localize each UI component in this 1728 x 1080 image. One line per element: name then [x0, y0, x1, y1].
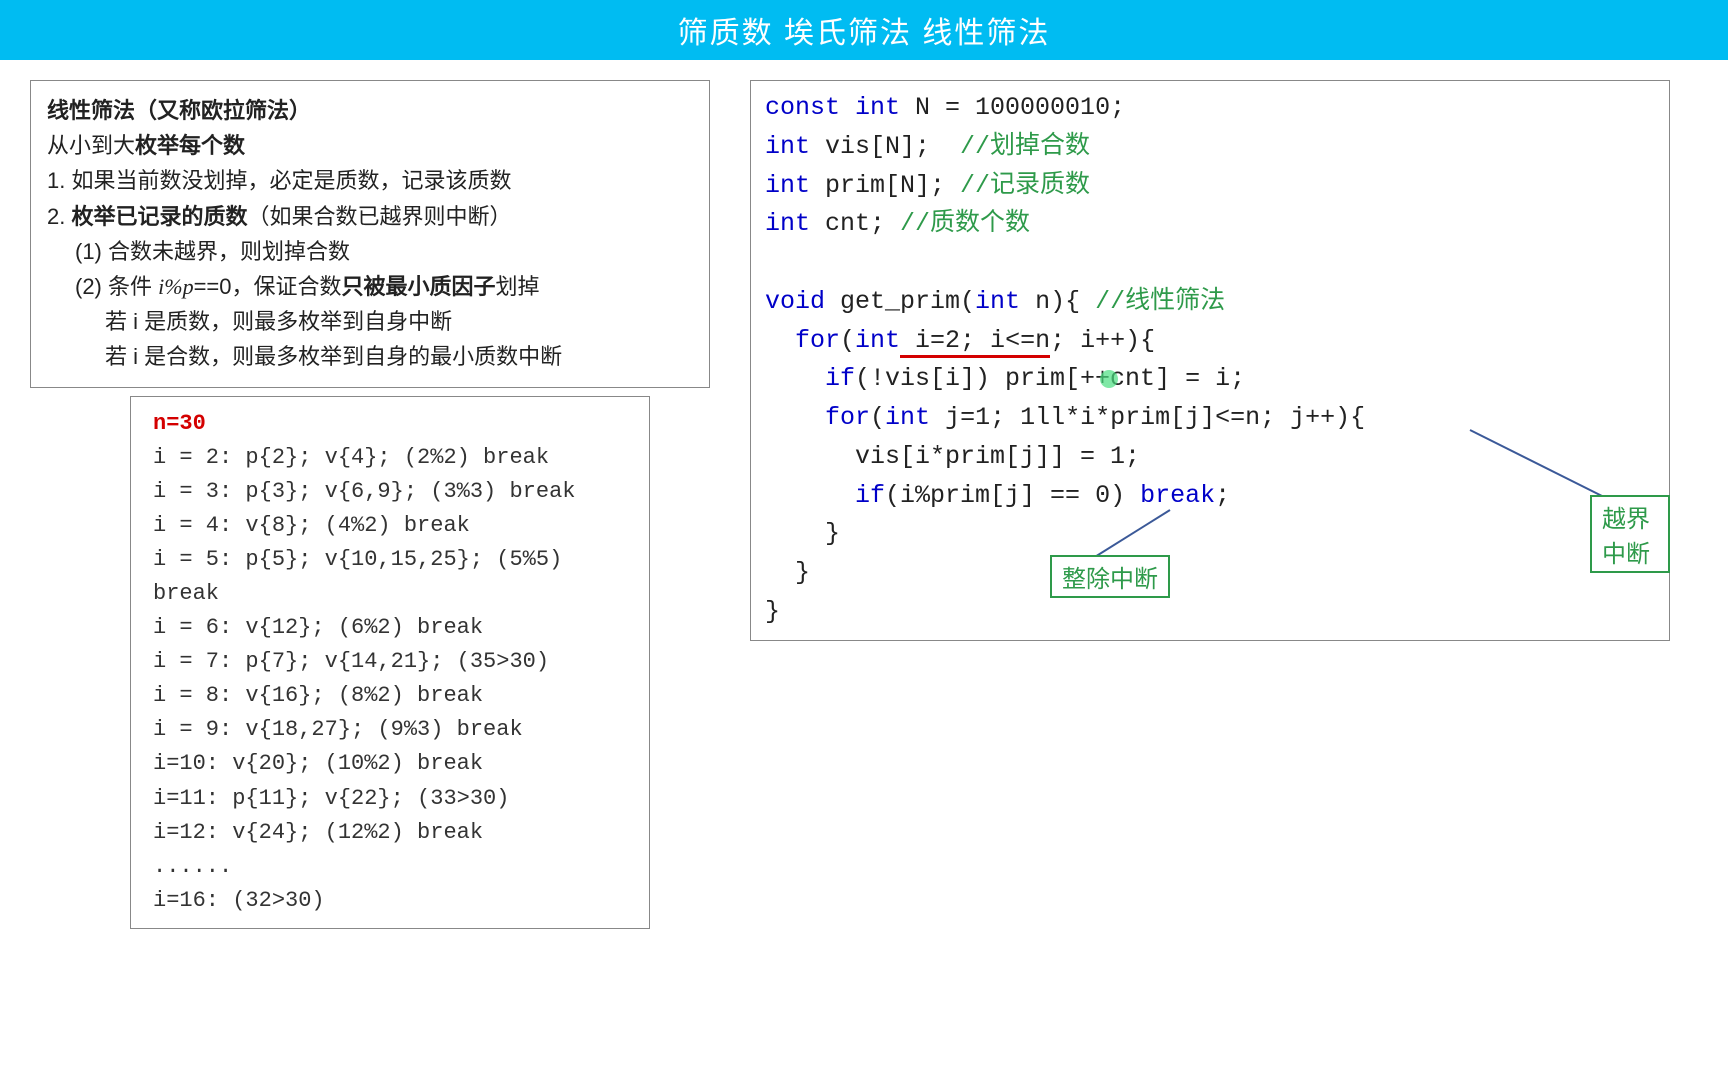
l4a: 2. [47, 204, 71, 229]
code-kw: int [855, 326, 900, 355]
trace-row: i = 5: p{5}; v{10,15,25}; (5%5) break [153, 543, 627, 611]
code-comment: //线性筛法 [1095, 287, 1225, 316]
code-text: vis[i*prim[j]] = 1; [765, 442, 1140, 471]
code-comment: //记录质数 [960, 171, 1090, 200]
trace-box: n=30 i = 2: p{2}; v{4}; (2%2) break i = … [130, 396, 650, 929]
explain-line-8: 若 i 是合数，则最多枚举到自身的最小质数中断 [47, 339, 693, 374]
trace-n: n=30 [153, 407, 627, 441]
code-kw: int [765, 209, 810, 238]
left-column: 线性筛法（又称欧拉筛法） 从小到大枚举每个数 1. 如果当前数没划掉，必定是质数… [30, 80, 710, 929]
code-kw: int [885, 403, 930, 432]
explain-line-7: 若 i 是质数，则最多枚举到自身中断 [47, 304, 693, 339]
code-kw: int [765, 171, 810, 200]
code-text: prim[N]; [810, 171, 960, 200]
code-text: (i%prim[j] == 0) [885, 481, 1140, 510]
trace-row: i=12: v{24}; (12%2) break [153, 816, 627, 850]
code-text: ; i++){ [1050, 326, 1155, 355]
l4c: （如果合数已越界则中断） [247, 204, 511, 229]
code-kw: int [975, 287, 1020, 316]
explain-line-4: 2. 枚举已记录的质数（如果合数已越界则中断） [47, 199, 693, 234]
code-text: } [765, 519, 840, 548]
title-text: 筛质数 埃氏筛法 线性筛法 [678, 17, 1051, 50]
code-text: ( [840, 326, 855, 355]
code-text: N = 100000010; [900, 93, 1125, 122]
code-text: } [765, 597, 780, 626]
code-block: const int N = 100000010; int vis[N]; //划… [750, 80, 1670, 641]
annotation-overflow-break: 越界中断 [1590, 495, 1670, 573]
code-kw: for [765, 403, 870, 432]
l6e: 划掉 [496, 274, 540, 299]
code-text: cnt; [810, 209, 900, 238]
code-comment: //质数个数 [900, 209, 1030, 238]
explain-line-2: 从小到大枚举每个数 [47, 128, 693, 163]
l6c: ==0，保证合数 [194, 274, 342, 299]
cursor-icon [1100, 370, 1118, 388]
title-part-c: ） [289, 98, 311, 123]
code-text: } [765, 558, 810, 587]
code-text: n){ [1020, 287, 1095, 316]
trace-row: i = 9: v{18,27}; (9%3) break [153, 713, 627, 747]
page-title: 筛质数 埃氏筛法 线性筛法 [0, 0, 1728, 60]
code-underlined: i=2; i<=n [900, 326, 1050, 358]
annot-text: 越界中断 [1602, 506, 1650, 568]
trace-row: i = 8: v{16}; (8%2) break [153, 679, 627, 713]
explain-line-3: 1. 如果当前数没划掉，必定是质数，记录该质数 [47, 163, 693, 198]
code-text: ( [870, 403, 885, 432]
code-text: ; [1215, 481, 1230, 510]
l6d: 只被最小质因子 [342, 274, 496, 299]
l6a: (2) 条件 [75, 274, 158, 299]
annotation-divisible-break: 整除中断 [1050, 555, 1170, 598]
code-kw: for [765, 326, 840, 355]
trace-row: i=16: (32>30) [153, 884, 627, 918]
annot-text: 整除中断 [1062, 566, 1158, 593]
title-part-b: 欧拉筛法 [201, 98, 289, 123]
l2a: 从小到大 [47, 133, 135, 158]
code-text: get_prim( [825, 287, 975, 316]
trace-row: i = 6: v{12}; (6%2) break [153, 611, 627, 645]
code-comment: //划掉合数 [960, 132, 1090, 161]
trace-row: ...... [153, 850, 627, 884]
main-content: 线性筛法（又称欧拉筛法） 从小到大枚举每个数 1. 如果当前数没划掉，必定是质数… [0, 60, 1728, 949]
code-text: vis[N]; [810, 132, 960, 161]
code-kw: int [765, 132, 810, 161]
trace-row: i = 7: p{7}; v{14,21}; (35>30) [153, 645, 627, 679]
explain-line-6: (2) 条件 i%p==0，保证合数只被最小质因子划掉 [47, 269, 693, 304]
explain-title: 线性筛法（又称欧拉筛法） [47, 93, 693, 128]
trace-row: i = 2: p{2}; v{4}; (2%2) break [153, 441, 627, 475]
l2b: 枚举每个数 [135, 133, 245, 158]
code-kw: if [765, 481, 885, 510]
title-part-a: 线性筛法（又称 [47, 98, 201, 123]
l4b: 枚举已记录的质数 [71, 204, 247, 229]
code-kw: if [765, 364, 855, 393]
code-kw: const int [765, 93, 900, 122]
explain-line-5: (1) 合数未越界，则划掉合数 [47, 234, 693, 269]
trace-row: i=10: v{20}; (10%2) break [153, 747, 627, 781]
code-kw: void [765, 287, 825, 316]
code-kw: break [1140, 481, 1215, 510]
trace-row: i = 3: p{3}; v{6,9}; (3%3) break [153, 475, 627, 509]
trace-row: i = 4: v{8}; (4%2) break [153, 509, 627, 543]
trace-row: i=11: p{11}; v{22}; (33>30) [153, 782, 627, 816]
explanation-box: 线性筛法（又称欧拉筛法） 从小到大枚举每个数 1. 如果当前数没划掉，必定是质数… [30, 80, 710, 388]
l6b: i%p [158, 274, 193, 299]
code-text: j=1; 1ll*i*prim[j]<=n; j++){ [930, 403, 1365, 432]
right-column: const int N = 100000010; int vis[N]; //划… [750, 80, 1670, 929]
code-text: (!vis[i]) prim[++cnt] = i; [855, 364, 1245, 393]
